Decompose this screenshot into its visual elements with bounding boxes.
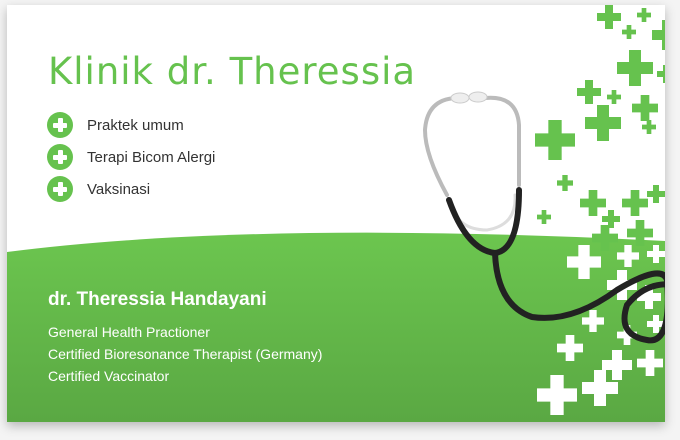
business-card: Klinik dr. Theressia Praktek umum Terapi… <box>7 5 665 422</box>
cross-icon <box>557 175 573 191</box>
plus-circle-icon <box>47 112 73 138</box>
cross-icon <box>535 120 575 160</box>
clinic-title: Klinik dr. Theressia <box>48 50 417 93</box>
cross-icon <box>537 210 551 224</box>
cross-icon <box>597 5 621 29</box>
cross-icon <box>642 120 656 134</box>
plus-circle-icon <box>47 144 73 170</box>
service-item: Praktek umum <box>47 109 215 141</box>
cross-icon <box>652 20 665 50</box>
plus-circle-icon <box>47 176 73 202</box>
credential: Certified Vaccinator <box>48 368 170 384</box>
cross-icon <box>637 8 651 22</box>
cross-icon <box>607 90 621 104</box>
credential: General Health Practioner <box>48 324 210 340</box>
service-label: Vaksinasi <box>87 180 151 198</box>
services-list: Praktek umum Terapi Bicom Alergi Vaksina… <box>47 109 215 205</box>
cross-icon <box>632 95 658 121</box>
cross-icon <box>585 105 621 141</box>
cross-icon <box>580 190 606 216</box>
cross-icon <box>647 185 665 203</box>
cross-icon <box>577 80 601 104</box>
service-item: Vaksinasi <box>47 173 215 205</box>
service-item: Terapi Bicom Alergi <box>47 141 215 173</box>
cross-icon <box>622 25 636 39</box>
doctor-name: dr. Theressia Handayani <box>48 289 267 310</box>
service-label: Terapi Bicom Alergi <box>87 148 216 166</box>
doctor-info: dr. Theressia Handayani General Health P… <box>48 289 322 387</box>
credential: Certified Bioresonance Therapist (German… <box>48 346 323 362</box>
service-label: Praktek umum <box>87 116 184 134</box>
cross-icon <box>657 65 665 83</box>
cross-icon <box>622 190 648 216</box>
cross-icon <box>617 50 653 86</box>
